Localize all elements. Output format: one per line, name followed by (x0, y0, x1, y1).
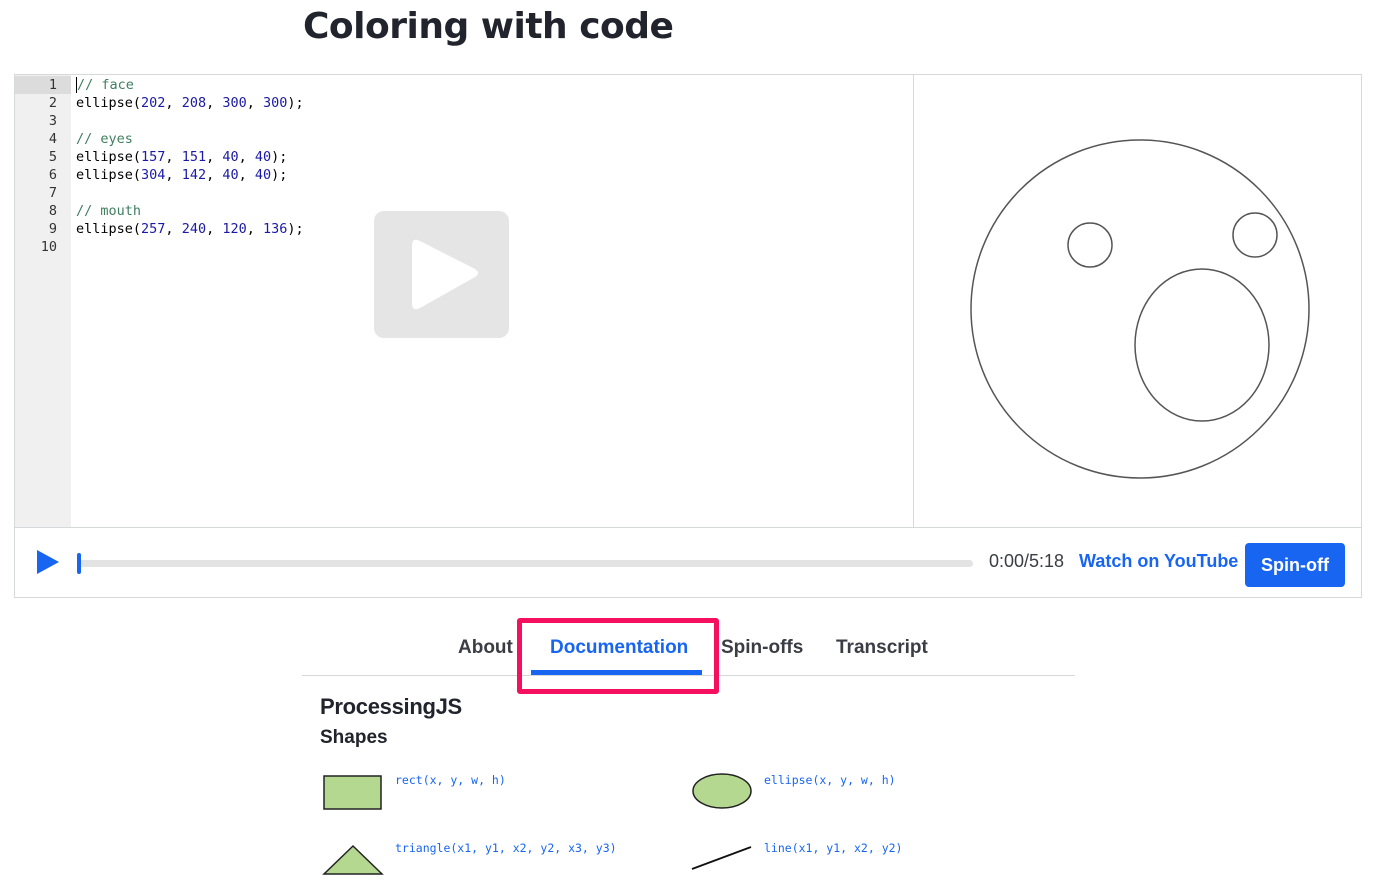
code-comment: // face (76, 77, 134, 93)
code-token: , (206, 221, 223, 237)
code-line[interactable]: 6 ellipse(304, 142, 40, 40); (15, 166, 913, 184)
code-line[interactable]: 3 (15, 112, 913, 130)
line-number: 9 (48, 221, 57, 237)
code-number: 240 (181, 221, 207, 237)
code-line[interactable]: 7 (15, 184, 913, 202)
code-token: ); (287, 221, 304, 237)
code-number: 40 (222, 149, 239, 165)
code-text[interactable]: // face (76, 76, 134, 94)
code-token: , (246, 95, 263, 111)
code-token: , (165, 149, 182, 165)
docs-title: ProcessingJS (320, 694, 462, 719)
code-comment: // mouth (76, 203, 142, 219)
code-number: 157 (141, 149, 166, 165)
rect-doc-link[interactable]: rect(x, y, w, h) (395, 773, 506, 787)
code-number: 300 (222, 95, 247, 111)
ellipse-shape-icon[interactable] (690, 772, 754, 812)
triangle-doc-link[interactable]: triangle(x1, y1, x2, y2, x3, y3) (395, 841, 617, 855)
code-line[interactable]: 1 // face (15, 76, 913, 94)
code-token: , (238, 149, 255, 165)
canvas-drawing (970, 139, 1310, 479)
docs-section-title: Shapes (320, 727, 388, 748)
line-number: 5 (48, 149, 57, 165)
code-text[interactable]: // eyes (76, 130, 133, 148)
video-player: 1// face 2 ellipse(202, 208, 300, 300); 3 4/… (14, 74, 1362, 598)
line-number: 6 (48, 167, 57, 183)
tab-about[interactable]: About (458, 637, 513, 659)
code-token: ); (271, 167, 288, 183)
code-number: 40 (254, 167, 272, 183)
line-shape-icon[interactable] (690, 842, 754, 874)
code-number: 257 (141, 221, 166, 237)
code-text[interactable]: ellipse(304, 142, 40, 40); (76, 166, 287, 184)
code-line[interactable]: 5 ellipse(157, 151, 40, 40); (15, 148, 913, 166)
code-token: , (206, 95, 223, 111)
code-number: 120 (222, 221, 247, 237)
code-token: , (165, 221, 182, 237)
code-number: 300 (263, 95, 288, 111)
tab-documentation[interactable]: Documentation (550, 637, 688, 659)
rect-shape-icon[interactable] (322, 773, 384, 813)
line-number: 3 (48, 113, 57, 129)
code-line[interactable]: 4 // eyes (15, 130, 913, 148)
progress-scrubber[interactable] (77, 553, 973, 574)
triangle-shape-icon[interactable] (322, 842, 386, 878)
code-number: 40 (222, 167, 239, 183)
code-text[interactable]: ellipse(202, 208, 300, 300); (76, 94, 304, 112)
code-number: 136 (263, 221, 288, 237)
output-canvas (913, 75, 1361, 527)
code-line[interactable]: 2 ellipse(202, 208, 300, 300); (15, 94, 913, 112)
active-tab-indicator (531, 670, 702, 675)
line-number: 10 (40, 239, 57, 255)
line-number: 1 (48, 77, 57, 93)
code-token: , (206, 167, 223, 183)
code-number: 142 (181, 167, 207, 183)
play-icon[interactable] (374, 211, 509, 338)
playback-time: 0:00/5:18 (989, 551, 1065, 571)
code-number: 202 (141, 95, 166, 111)
code-number: 208 (181, 95, 207, 111)
line-number: 4 (48, 131, 57, 147)
page-title: Coloring with code (303, 6, 674, 47)
tab-bar: About Documentation Spin-offs Transcript (302, 620, 1075, 676)
code-text[interactable]: // mouth (76, 202, 141, 220)
play-icon[interactable] (35, 548, 61, 576)
line-number: 2 (48, 95, 57, 111)
code-token: , (246, 221, 263, 237)
code-token: ); (271, 149, 288, 165)
mouth-ellipse (1134, 268, 1270, 422)
code-token: ellipse( (76, 95, 142, 111)
line-number: 8 (48, 203, 57, 219)
code-number: 40 (254, 149, 272, 165)
right-eye-ellipse (1232, 212, 1278, 258)
face-ellipse (970, 139, 1310, 479)
line-doc-link[interactable]: line(x1, y1, x2, y2) (764, 841, 902, 855)
watch-on-youtube-link[interactable]: Watch on YouTube (1079, 551, 1238, 572)
scrubber-handle[interactable] (77, 553, 81, 574)
ellipse-doc-link[interactable]: ellipse(x, y, w, h) (764, 773, 896, 787)
code-text[interactable]: ellipse(157, 151, 40, 40); (76, 148, 287, 166)
tab-spin-offs[interactable]: Spin-offs (721, 637, 803, 659)
code-token: ellipse( (76, 149, 142, 165)
code-token: , (165, 167, 182, 183)
code-token: , (206, 149, 223, 165)
line-number: 7 (48, 185, 57, 201)
video-play-overlay[interactable] (374, 211, 509, 338)
code-editor[interactable]: 1// face 2 ellipse(202, 208, 300, 300); 3 4/… (15, 75, 914, 527)
code-token: , (238, 167, 255, 183)
player-controls: 0:00/5:18 Watch on YouTube Spin-off (15, 527, 1361, 598)
code-token: ellipse( (76, 221, 142, 237)
left-eye-ellipse (1067, 222, 1113, 268)
spin-off-button[interactable]: Spin-off (1245, 543, 1345, 587)
code-token: ); (287, 95, 304, 111)
code-token: , (165, 95, 182, 111)
code-token: ellipse( (76, 167, 142, 183)
code-text[interactable]: ellipse(257, 240, 120, 136); (76, 220, 304, 238)
code-number: 304 (141, 167, 166, 183)
code-comment: // eyes (76, 131, 133, 147)
tab-transcript[interactable]: Transcript (836, 637, 928, 659)
code-number: 151 (181, 149, 207, 165)
